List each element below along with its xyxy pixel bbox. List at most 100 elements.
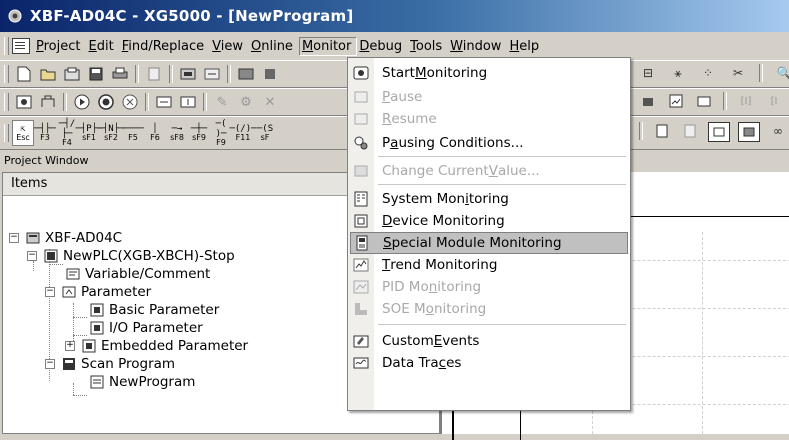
- tool-b-icon[interactable]: ⚙: [236, 93, 256, 111]
- tool-c-icon[interactable]: ✕: [260, 93, 280, 111]
- contact-no-key[interactable]: ─┤├─ F3: [34, 122, 56, 144]
- stop-icon[interactable]: [96, 93, 116, 111]
- module-icon[interactable]: [260, 65, 280, 83]
- tree-item-new-program[interactable]: NewProgram: [89, 373, 195, 391]
- contact-n-key[interactable]: ─┤N├─ sF2: [97, 122, 124, 144]
- new-file-icon[interactable]: [14, 65, 34, 83]
- tree-item-parameter[interactable]: − Parameter: [45, 283, 151, 301]
- menu-item-change-current-value[interactable]: Change Current Value...: [350, 160, 628, 182]
- collapse-icon[interactable]: −: [45, 287, 55, 297]
- arrow-key[interactable]: ─→ sF8: [166, 122, 188, 144]
- tree-item-label: I/O Parameter: [109, 320, 203, 336]
- block-icon[interactable]: [638, 92, 658, 110]
- trace-icon[interactable]: [694, 92, 714, 110]
- document-icon[interactable]: [12, 38, 30, 54]
- connect-icon[interactable]: [178, 65, 198, 83]
- find-icon[interactable]: 🔍: [774, 64, 789, 82]
- tree-item-embedded-parameter[interactable]: + Embedded Parameter: [65, 337, 248, 355]
- write-icon[interactable]: [154, 93, 174, 111]
- tree-item-basic-parameter[interactable]: Basic Parameter: [89, 301, 219, 319]
- menu-item-soe-monitoring[interactable]: SOE Mo nitoring: [350, 298, 628, 320]
- menu-item-start-monitoring[interactable]: Start Monitoring: [350, 62, 628, 84]
- menu-project[interactable]: Project: [34, 37, 87, 56]
- menu-item-resume[interactable]: Resume: [350, 108, 628, 130]
- doc-icon[interactable]: [652, 122, 672, 140]
- run-icon[interactable]: [72, 93, 92, 111]
- print-icon[interactable]: [110, 65, 130, 83]
- tool-a-icon[interactable]: ✎: [212, 93, 232, 111]
- menu-help[interactable]: Help: [507, 37, 545, 56]
- read-icon[interactable]: [178, 93, 198, 111]
- project-icon: [25, 230, 41, 246]
- toolbar-right-group-3: ∞: [636, 122, 789, 142]
- toolbar-separator: [227, 65, 231, 83]
- menu-find-replace[interactable]: Find/Replace: [120, 37, 210, 56]
- pid-monitoring-icon: [350, 277, 372, 297]
- menu-item-trend-monitoring[interactable]: Trend Monitoring: [350, 254, 628, 276]
- toolbar-grip: [4, 93, 9, 111]
- set-coil-key[interactable]: ─(S sF: [254, 122, 276, 144]
- hline-key[interactable]: ──── F5: [122, 122, 144, 144]
- tree-item-label: XBF-AD04C: [45, 230, 123, 246]
- open-project-icon[interactable]: [62, 65, 82, 83]
- toolbar-grip: [4, 124, 9, 142]
- collapse-icon[interactable]: −: [9, 233, 19, 243]
- data-traces-icon: [350, 353, 372, 373]
- step-in-icon[interactable]: [I]: [736, 92, 756, 110]
- menu-edit[interactable]: Edit: [87, 37, 120, 56]
- neg-coil-key[interactable]: ─(/)─ F11: [229, 122, 256, 144]
- title-bar: XBF-AD04C - XG5000 - [NewProgram]: [0, 0, 789, 32]
- pause-circle-icon[interactable]: [120, 93, 140, 111]
- menu-tools[interactable]: Tools: [408, 37, 448, 56]
- window-alt-icon[interactable]: [738, 122, 760, 142]
- doc-grid-icon[interactable]: [680, 122, 700, 140]
- menu-item-system-monitoring[interactable]: System Mon i toring: [350, 188, 628, 210]
- graph-icon[interactable]: [666, 92, 686, 110]
- collapse-icon[interactable]: −: [27, 251, 37, 261]
- disconnect-icon[interactable]: [202, 65, 222, 83]
- tree-item-project[interactable]: − XBF-AD04C: [9, 229, 122, 247]
- menu-online[interactable]: Online: [249, 37, 299, 56]
- menu-window[interactable]: Window: [448, 37, 507, 56]
- menu-item-data-traces[interactable]: Data Tra c es: [350, 352, 628, 374]
- tree-item-variable-comment[interactable]: Variable/Comment: [65, 265, 210, 283]
- toolbar-grip: [4, 65, 9, 83]
- menu-item-pid-monitoring[interactable]: PID Mo n itoring: [350, 276, 628, 298]
- print-preview-icon[interactable]: [144, 65, 164, 83]
- link-icon[interactable]: ✂: [728, 64, 748, 82]
- app-icon: [6, 7, 24, 25]
- menu-item-special-module-monitoring[interactable]: Special Module Monitoring: [350, 232, 628, 254]
- menu-view[interactable]: View: [210, 37, 249, 56]
- infinity-icon[interactable]: ∞: [768, 122, 788, 140]
- menu-item-device-monitoring[interactable]: Device Monitoring: [350, 210, 628, 232]
- ladder-view-icon[interactable]: ⊟: [638, 64, 658, 82]
- expand-icon[interactable]: +: [65, 341, 75, 351]
- plc-icon: [43, 248, 59, 264]
- open-folder-icon[interactable]: [38, 65, 58, 83]
- vline-key[interactable]: │ F6: [144, 122, 166, 144]
- tree-item-label: Basic Parameter: [109, 302, 220, 318]
- save-icon[interactable]: [86, 65, 106, 83]
- monitor-start-icon[interactable]: [14, 93, 34, 111]
- plc-icon[interactable]: [236, 65, 256, 83]
- esc-key[interactable]: ⇱ Esc: [12, 120, 34, 146]
- collapse-icon[interactable]: −: [45, 359, 55, 369]
- window-icon[interactable]: [708, 122, 730, 142]
- tree-item-scan-program[interactable]: − Scan Program: [45, 355, 175, 373]
- basic-parameter-icon: [89, 302, 105, 318]
- menu-monitor[interactable]: Monitor: [298, 36, 358, 56]
- menu-item-custom-events[interactable]: Custom Events: [350, 330, 628, 352]
- split-icon[interactable]: ⚹: [668, 64, 688, 82]
- plc-connect-icon[interactable]: [38, 93, 58, 111]
- menu-item-pausing-conditions[interactable]: Pa using Conditions...: [350, 132, 628, 154]
- parameter-icon: [61, 284, 77, 300]
- menu-item-pause[interactable]: Pause: [350, 86, 628, 108]
- step-out-icon[interactable]: [I: [764, 92, 784, 110]
- menu-separator: [378, 156, 626, 157]
- tree-item-label: NewPLC(XGB-XBCH)-Stop: [63, 248, 235, 264]
- tree-item-io-parameter[interactable]: I/O Parameter: [89, 319, 203, 337]
- menu-debug[interactable]: Debug: [357, 37, 408, 56]
- cross-ref-icon[interactable]: ⁘: [698, 64, 718, 82]
- cross-key[interactable]: ─┼─ sF9: [188, 122, 210, 144]
- tree-item-plc[interactable]: − NewPLC(XGB-XBCH)-Stop: [27, 247, 235, 265]
